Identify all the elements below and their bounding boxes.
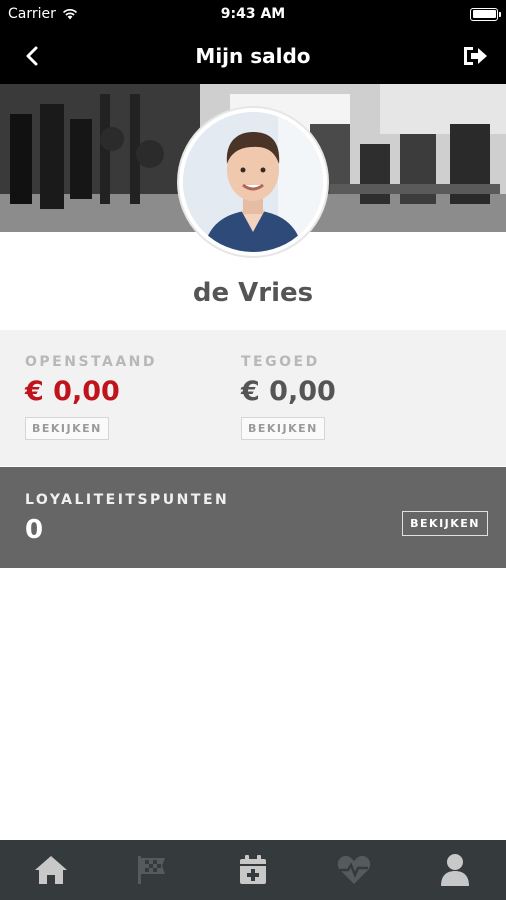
tab-challenges[interactable] xyxy=(122,840,182,900)
tegoed-value: € 0,00 xyxy=(241,376,336,407)
tegoed-view-button[interactable]: BEKIJKEN xyxy=(241,417,325,440)
openstaand-label: OPENSTAAND xyxy=(25,354,157,370)
openstaand-value: € 0,00 xyxy=(25,376,120,407)
loyalty-view-button[interactable]: BEKIJKEN xyxy=(402,511,488,536)
home-icon xyxy=(34,856,67,884)
tab-health[interactable] xyxy=(324,840,384,900)
race-flag-icon xyxy=(137,856,165,884)
user-name: de Vries xyxy=(192,278,314,308)
tab-schedule[interactable] xyxy=(223,840,283,900)
page-title: Mijn saldo xyxy=(195,44,311,68)
tab-profile[interactable] xyxy=(425,840,485,900)
tegoed-section: TEGOED € 0,00 BEKIJKEN xyxy=(241,354,336,440)
carrier-label: Carrier xyxy=(8,6,56,22)
wifi-icon xyxy=(62,9,77,20)
heart-pulse-icon xyxy=(337,856,371,884)
nav-bar: Mijn saldo xyxy=(0,28,506,84)
openstaand-section: OPENSTAAND € 0,00 BEKIJKEN xyxy=(25,354,157,440)
loyalty-panel: LOYALITEITSPUNTEN 0 BEKIJKEN xyxy=(0,467,506,568)
tab-home[interactable] xyxy=(21,840,81,900)
calendar-plus-icon xyxy=(239,855,266,884)
openstaand-view-button[interactable]: BEKIJKEN xyxy=(25,417,109,440)
tab-bar xyxy=(0,840,506,900)
logout-icon xyxy=(464,47,487,65)
back-button[interactable] xyxy=(16,40,48,72)
status-bar: Carrier 9:43 AM xyxy=(0,0,506,28)
loyalty-value: 0 xyxy=(25,515,44,545)
balance-panel: OPENSTAAND € 0,00 BEKIJKEN TEGOED € 0,00… xyxy=(0,330,506,466)
loyalty-label: LOYALITEITSPUNTEN xyxy=(25,492,230,508)
avatar xyxy=(179,108,327,256)
chevron-left-icon xyxy=(26,46,38,66)
tegoed-label: TEGOED xyxy=(241,354,320,370)
profile-photo xyxy=(183,112,323,252)
user-icon xyxy=(441,854,470,886)
logout-button[interactable] xyxy=(458,40,492,72)
battery-icon xyxy=(470,7,501,21)
